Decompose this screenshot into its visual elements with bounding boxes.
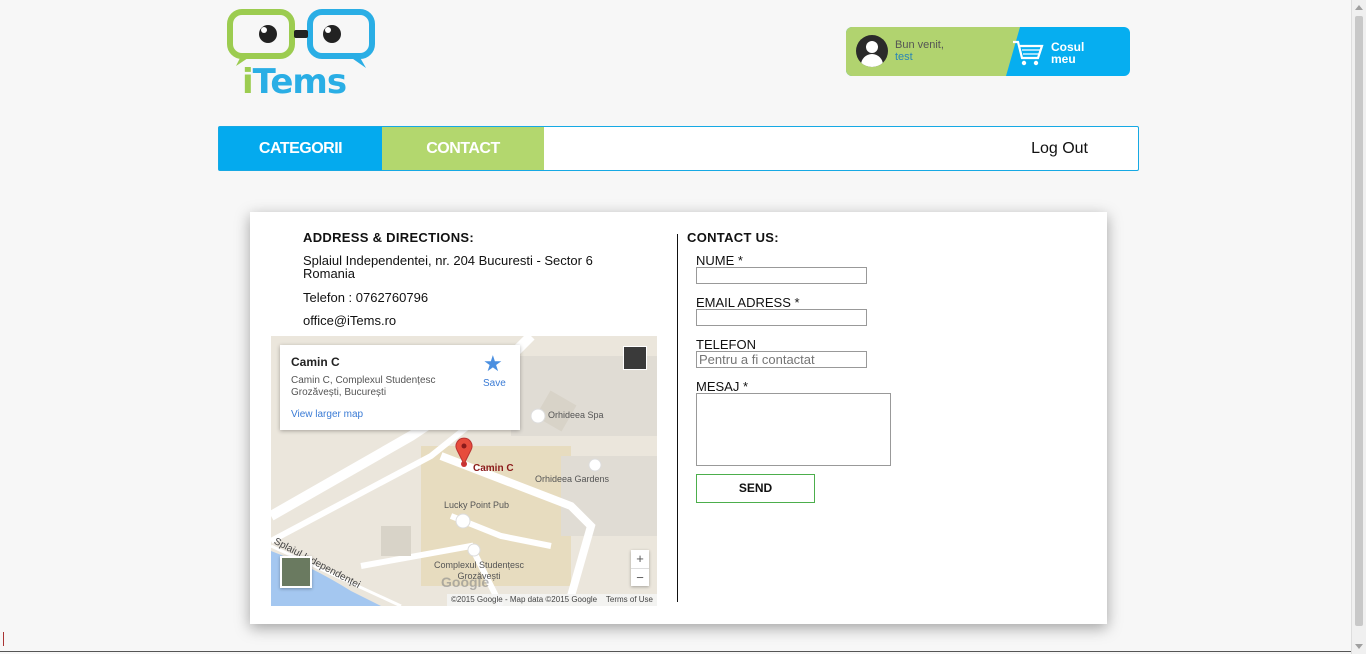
address-phone: Telefon : 0762760796 — [303, 290, 429, 305]
google-map[interactable]: Camin C Camin C, Complexul Studențesc Gr… — [271, 336, 657, 606]
map-label-spa: Orhideea Spa — [548, 410, 604, 420]
map-card-title: Camin C — [291, 355, 340, 369]
email-label: EMAIL ADRESS * — [696, 295, 800, 310]
cart-icon[interactable] — [1012, 39, 1044, 67]
save-place-button[interactable]: Save — [483, 378, 506, 389]
logout-link[interactable]: Log Out — [1031, 127, 1088, 170]
logo-wordmark: iTems — [242, 62, 347, 102]
cart-label-line2: meu — [1051, 52, 1076, 66]
column-divider — [677, 234, 678, 602]
cart-link[interactable]: Cosul meu — [1051, 41, 1084, 65]
welcome-text: Bun venit, test — [895, 39, 944, 63]
scroll-thumb[interactable] — [1355, 16, 1363, 626]
phone-field[interactable] — [696, 351, 867, 368]
contact-card: ADDRESS & DIRECTIONS: Splaiul Independen… — [250, 212, 1107, 624]
map-card-address: Camin C, Complexul Studențesc Grozăvești… — [291, 375, 436, 398]
nav-categorii[interactable]: CATEGORII — [219, 127, 382, 170]
map-label-gardens: Orhideea Gardens — [535, 474, 610, 484]
map-footer: ©2015 Google - Map data ©2015 Google Ter… — [447, 594, 657, 606]
address-title: ADDRESS & DIRECTIONS: — [303, 230, 474, 245]
logo-bubbles-icon — [227, 9, 375, 68]
page-bottom-line — [0, 651, 1352, 652]
username[interactable]: test — [895, 51, 944, 63]
map-pin-label: Camin C — [473, 463, 514, 474]
send-button[interactable]: SEND — [696, 474, 815, 503]
nav-contact[interactable]: CONTACT — [382, 127, 544, 170]
map-label-pub: Lucky Point Pub — [444, 500, 510, 510]
name-label: NUME * — [696, 253, 743, 268]
user-box: Bun venit, test Cosul meu — [846, 27, 1130, 76]
map-copyright: ©2015 Google - Map data ©2015 Google — [451, 595, 598, 604]
address-street: Splaiul Independentei, nr. 204 Bucuresti… — [303, 253, 593, 281]
name-field[interactable] — [696, 267, 867, 284]
zoom-in-button[interactable]: + — [631, 550, 649, 568]
satellite-toggle[interactable] — [280, 556, 312, 588]
google-watermark: Google — [441, 574, 490, 590]
message-field[interactable] — [696, 393, 891, 466]
star-icon[interactable]: ★ — [483, 351, 503, 377]
contact-title: CONTACT US: — [687, 230, 779, 245]
email-field[interactable] — [696, 309, 867, 326]
phone-label: TELEFON — [696, 337, 756, 352]
greeting: Bun venit, — [895, 39, 944, 51]
address-email: office@iTems.ro — [303, 313, 397, 328]
map-info-card: Camin C Camin C, Complexul Studențesc Gr… — [280, 345, 520, 430]
zoom-out-button[interactable]: − — [631, 569, 649, 587]
scroll-up-icon[interactable] — [1355, 5, 1363, 10]
page-edge-mark — [3, 632, 4, 646]
scroll-down-icon[interactable] — [1355, 644, 1363, 649]
avatar-icon[interactable] — [856, 35, 888, 67]
vertical-scrollbar[interactable] — [1351, 0, 1366, 654]
street-view-thumbnail[interactable] — [623, 346, 647, 370]
map-zoom-controls: + − — [631, 550, 649, 586]
map-terms-link[interactable]: Terms of Use — [606, 595, 653, 604]
message-label: MESAJ * — [696, 379, 749, 394]
view-larger-map-link[interactable]: View larger map — [291, 409, 363, 420]
main-nav: CATEGORII CONTACT Log Out — [218, 126, 1139, 171]
